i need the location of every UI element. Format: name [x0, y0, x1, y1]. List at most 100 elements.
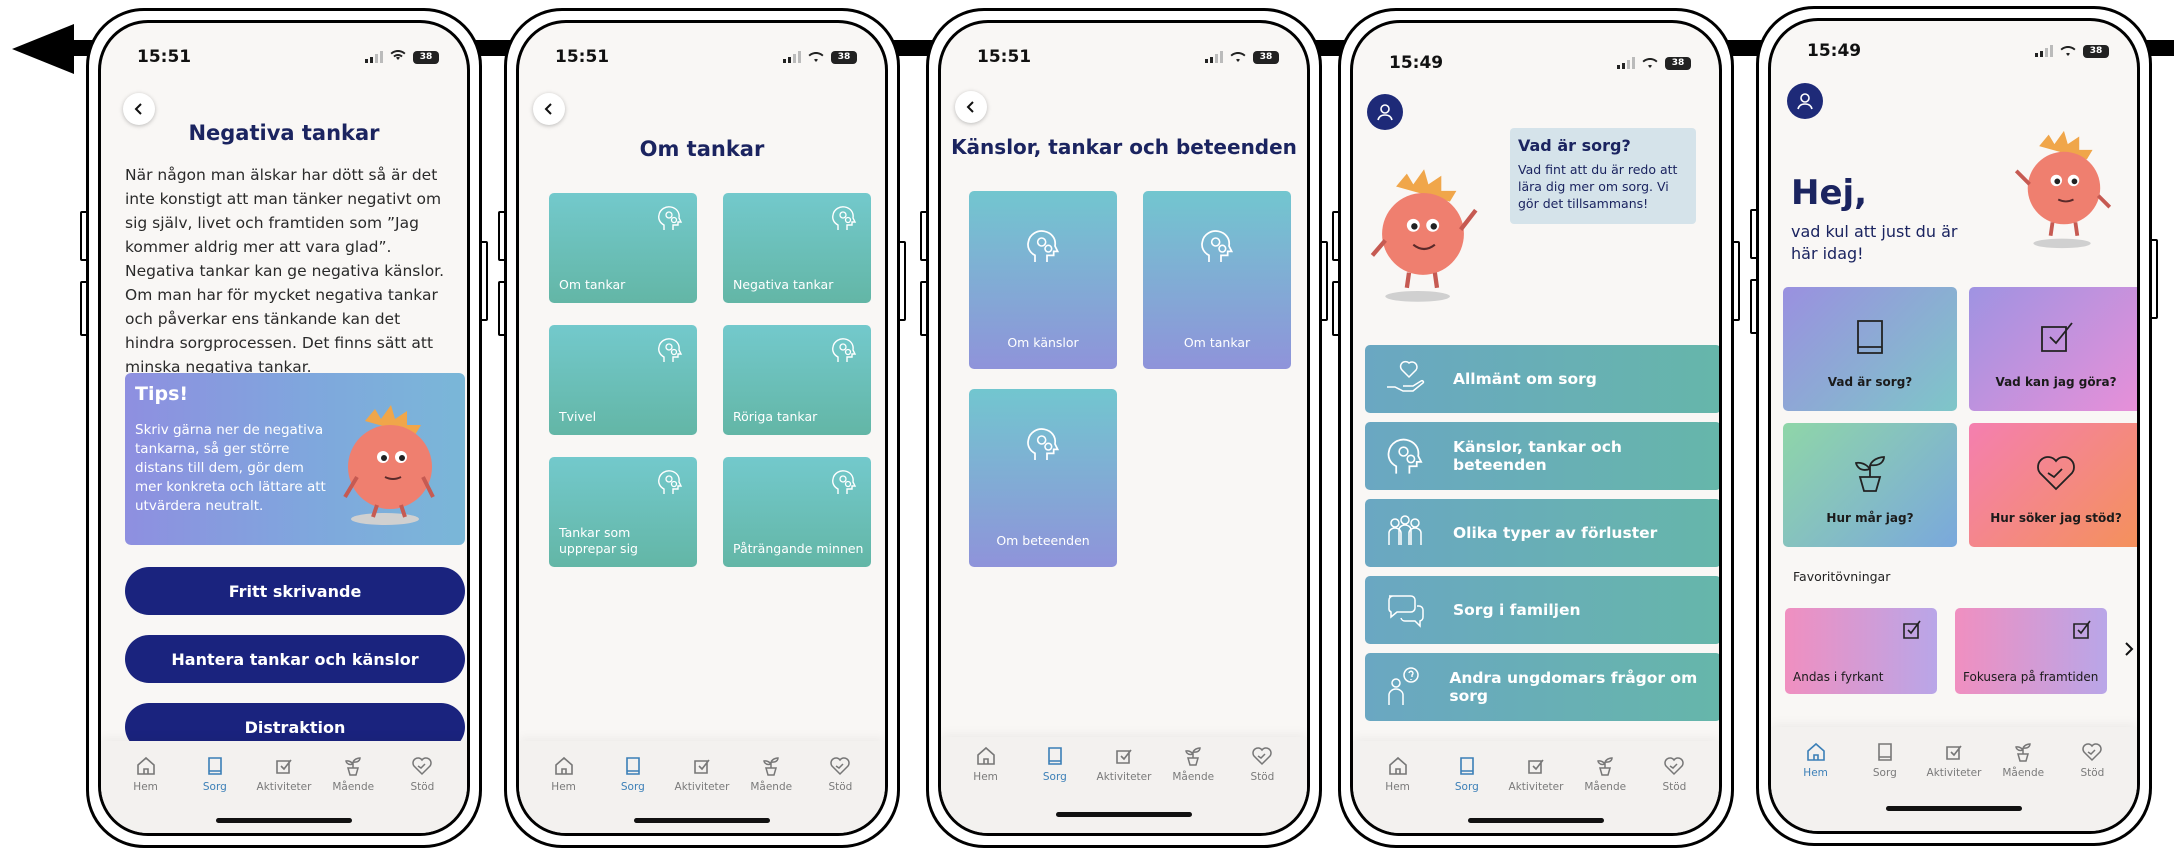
- tab-maende[interactable]: Mående: [1989, 741, 2058, 779]
- tab-label: Hem: [551, 781, 576, 793]
- tab-aktiviteter[interactable]: Aktiviteter: [249, 755, 318, 793]
- heart-handshake-icon: [2082, 743, 2103, 762]
- plant-icon: [763, 757, 779, 776]
- favorite-andas-i-fyrkant[interactable]: Andas i fyrkant: [1785, 608, 1937, 694]
- card-hur-mar-jag[interactable]: Hur mår jag?: [1783, 423, 1957, 547]
- status-bar: 15:49 38: [1807, 39, 2109, 63]
- heart-handshake-icon: [412, 757, 433, 776]
- hantera-tankar-button[interactable]: Hantera tankar och känslor: [125, 635, 465, 683]
- checkbox-icon: [1946, 745, 1962, 760]
- tips-text: Skriv gärna ner de negativa tankarna, så…: [135, 422, 326, 514]
- side-button: [498, 281, 506, 336]
- person-question-icon: [1388, 667, 1419, 705]
- tab-maende[interactable]: Mående: [1571, 755, 1640, 793]
- tab-stod[interactable]: Stöd: [1228, 745, 1297, 783]
- status-time: 15:51: [555, 47, 610, 67]
- list-item-sorg-i-familjen[interactable]: Sorg i familjen: [1365, 576, 1719, 644]
- card-negativa-tankar[interactable]: Negativa tankar: [723, 193, 871, 303]
- favorite-fokusera-pa-framtiden[interactable]: Fokusera på framtiden: [1955, 608, 2107, 694]
- tab-hem[interactable]: Hem: [1781, 741, 1850, 779]
- tab-aktiviteter[interactable]: Aktiviteter: [667, 755, 736, 793]
- screen: 15:49 38 Hej, vad kul att just du är här…: [1768, 18, 2140, 834]
- profile-button[interactable]: [1787, 83, 1823, 119]
- list-item-allmant-om-sorg[interactable]: Allmänt om sorg: [1365, 345, 1719, 413]
- back-button[interactable]: [955, 91, 987, 123]
- tab-aktiviteter[interactable]: Aktiviteter: [1501, 755, 1570, 793]
- page-title: Känslor, tankar och beteenden: [951, 135, 1297, 159]
- card-hur-soker-jag-stod[interactable]: Hur söker jag stöd?: [1969, 423, 2137, 547]
- favorite-label: Andas i fyrkant: [1793, 670, 1884, 684]
- user-icon: [1797, 93, 1813, 110]
- card-label: Om tankar: [1183, 335, 1251, 350]
- chevron-left-icon: [966, 101, 974, 113]
- list-item-olika-forluster[interactable]: Olika typer av förluster: [1365, 499, 1719, 567]
- tab-maende[interactable]: Mående: [319, 755, 388, 793]
- tab-label: Mående: [332, 781, 375, 793]
- tab-sorg[interactable]: Sorg: [1432, 755, 1501, 793]
- tab-label: Mående: [1172, 771, 1215, 783]
- home-indicator: [634, 818, 770, 823]
- tab-hem[interactable]: Hem: [1363, 755, 1432, 793]
- mascot-image: [1370, 169, 1478, 302]
- tab-label: Sorg: [1454, 781, 1479, 793]
- tab-hem[interactable]: Hem: [951, 745, 1020, 783]
- card-vad-kan-jag-gora[interactable]: Vad kan jag göra?: [1969, 287, 2137, 411]
- book-icon: [1857, 320, 1883, 354]
- profile-button[interactable]: [1367, 94, 1403, 130]
- card-tankar-som-upprepar-sig[interactable]: Tankar som upprepar sig: [549, 457, 697, 567]
- tab-sorg[interactable]: Sorg: [1850, 741, 1919, 779]
- tab-label: Sorg: [202, 781, 227, 793]
- list-item-kanslor-tankar[interactable]: Känslor, tankar och beteenden: [1365, 422, 1719, 490]
- head-gears-icon: [1027, 428, 1060, 460]
- side-button: [898, 241, 906, 321]
- head-gears-icon: [658, 206, 683, 230]
- tab-hem[interactable]: Hem: [529, 755, 598, 793]
- status-time: 15:49: [1807, 41, 1862, 61]
- favorite-label: Fokusera på framtiden: [1963, 670, 2099, 684]
- body-text: När någon man älskar har dött så är det …: [125, 166, 445, 376]
- card-label: Om beteenden: [996, 533, 1090, 548]
- signal-icon: [2035, 45, 2053, 57]
- tab-sorg[interactable]: Sorg: [1020, 745, 1089, 783]
- carousel-next-button[interactable]: [2123, 641, 2135, 661]
- tab-aktiviteter[interactable]: Aktiviteter: [1919, 741, 1988, 779]
- card-om-tankar[interactable]: Om tankar: [549, 193, 697, 303]
- wifi-icon: [1230, 52, 1246, 62]
- card-om-beteenden[interactable]: Om beteenden: [969, 389, 1117, 567]
- tab-sorg[interactable]: Sorg: [180, 755, 249, 793]
- phone-hem: 15:49 38 Hej, vad kul att just du är här…: [1750, 6, 2158, 846]
- tab-label: Hem: [1803, 767, 1828, 779]
- card-vad-ar-sorg[interactable]: Vad är sorg?: [1783, 287, 1957, 411]
- tab-stod[interactable]: Stöd: [2058, 741, 2127, 779]
- list-item-andra-ungdomars-fragor[interactable]: Andra ungdomars frågor om sorg: [1365, 653, 1719, 721]
- book-icon: [1047, 747, 1062, 765]
- card-roriga-tankar[interactable]: Röriga tankar: [723, 325, 871, 435]
- wifi-icon: [390, 49, 406, 65]
- bubble-text: Vad fint att du är redo att lära dig mer…: [1518, 162, 1678, 211]
- card-tvivel[interactable]: Tvivel: [549, 325, 697, 435]
- side-button: [1750, 279, 1758, 334]
- tab-bar: Hem Sorg Aktiviteter Mående Stöd: [941, 737, 1307, 833]
- tab-sorg[interactable]: Sorg: [598, 755, 667, 793]
- card-om-kanslor[interactable]: Om känslor: [969, 191, 1117, 369]
- status-bar: 15:49 38: [1389, 51, 1691, 75]
- tab-aktiviteter[interactable]: Aktiviteter: [1089, 745, 1158, 783]
- card-om-tankar[interactable]: Om tankar: [1143, 191, 1291, 369]
- card-label: Vad är sorg?: [1827, 375, 1913, 389]
- wifi-icon: [808, 52, 824, 62]
- tab-stod[interactable]: Stöd: [1640, 755, 1709, 793]
- tab-maende[interactable]: Mående: [737, 755, 806, 793]
- card-patrangande-minnen[interactable]: Påträngande minnen: [723, 457, 871, 567]
- fritt-skrivande-button[interactable]: Fritt skrivande: [125, 567, 465, 615]
- house-icon: [136, 756, 155, 775]
- bubble-title: Vad är sorg?: [1518, 136, 1631, 155]
- tab-label: Hem: [133, 781, 158, 793]
- status-bar: 15:51 38: [977, 45, 1279, 69]
- tab-stod[interactable]: Stöd: [806, 755, 875, 793]
- chevron-left-icon: [134, 103, 142, 115]
- card-label: Tvivel: [559, 409, 597, 424]
- tab-stod[interactable]: Stöd: [388, 755, 457, 793]
- tab-hem[interactable]: Hem: [111, 755, 180, 793]
- tab-maende[interactable]: Mående: [1159, 745, 1228, 783]
- back-button[interactable]: [533, 93, 565, 125]
